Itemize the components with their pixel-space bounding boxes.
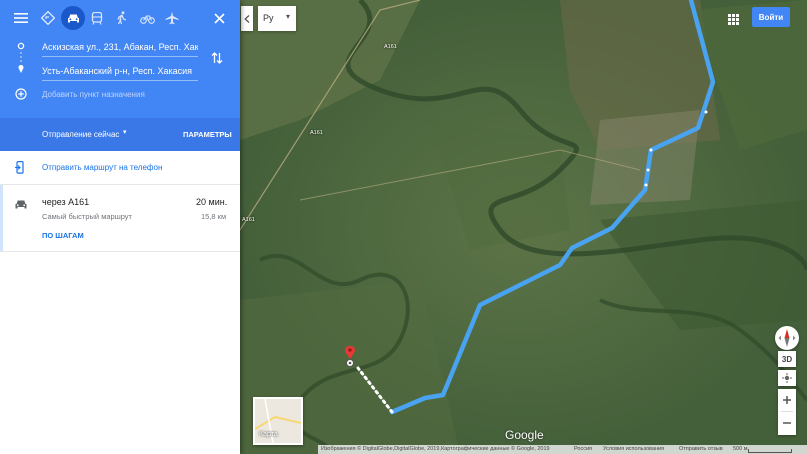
route-subtitle: Самый быстрый маршрут [42, 212, 132, 221]
chevron-left-icon [244, 15, 250, 23]
road-label: А161 [384, 44, 397, 50]
transit-icon[interactable] [85, 6, 109, 30]
options-button[interactable]: ПАРАМЕТРЫ [183, 130, 232, 139]
language-value: Ру [263, 13, 274, 23]
minus-icon [783, 422, 791, 424]
phone-send-icon [15, 161, 26, 179]
route-endpoints-icon [17, 42, 25, 73]
swap-icon[interactable] [211, 51, 223, 70]
directions-icon[interactable] [36, 6, 60, 30]
walk-icon[interactable] [110, 6, 134, 30]
map-layer-label: Карта [259, 431, 278, 438]
route-option[interactable]: через А161 20 мин. Самый быстрый маршрут… [0, 185, 240, 252]
route-selected-bar [0, 185, 3, 251]
imagery-attribution: Изображения © DigitalGlobe,DigitalGlobe,… [321, 446, 550, 452]
route-distance: 15,8 км [201, 212, 227, 221]
scale-label: 500 м [733, 446, 748, 452]
tilt-3d-button[interactable]: 3D [778, 351, 796, 367]
route-steps-link[interactable]: ПО ШАГАМ [42, 231, 84, 240]
send-to-phone-row[interactable]: Отправить маршрут на телефон [0, 151, 240, 185]
compass-button[interactable] [775, 326, 799, 350]
car-mode-button[interactable] [61, 6, 85, 30]
add-destination-icon[interactable] [15, 87, 27, 105]
chevron-down-icon[interactable]: ▾ [123, 128, 127, 136]
compass-icon [778, 329, 796, 347]
road-label: А161 [242, 217, 255, 223]
road-label: А161 [310, 130, 323, 136]
route-time: 20 мин. [196, 197, 228, 207]
scale-bar [748, 449, 792, 453]
car-icon [61, 6, 85, 30]
map-footer: Изображения © DigitalGlobe,DigitalGlobe,… [318, 445, 807, 454]
login-button[interactable]: Войти [752, 7, 790, 27]
depart-bar: Отправление сейчас ▾ ПАРАМЕТРЫ [0, 118, 240, 151]
route-via: через А161 [42, 197, 90, 207]
chevron-down-icon: ▾ [286, 12, 291, 21]
zoom-in-button[interactable] [778, 389, 796, 411]
directions-header: Аскизская ул., 231, Абакан, Респ. Хакаси… [0, 0, 240, 118]
menu-icon[interactable] [9, 6, 33, 30]
origin-field[interactable]: Аскизская ул., 231, Абакан, Респ. Хакаси… [42, 42, 198, 57]
apps-grid-icon[interactable] [728, 12, 739, 30]
zoom-out-button[interactable] [778, 412, 796, 434]
send-to-phone-link[interactable]: Отправить маршрут на телефон [42, 163, 162, 172]
add-destination-link[interactable]: Добавить пункт назначения [42, 90, 145, 99]
car-icon [14, 197, 28, 215]
language-selector[interactable]: Ру ▾ [258, 6, 296, 31]
my-location-button[interactable] [778, 370, 796, 386]
google-logo: Google [505, 428, 544, 442]
zoom-controls [778, 389, 796, 435]
depart-time-dropdown[interactable]: Отправление сейчас [42, 130, 119, 139]
feedback-link[interactable]: Отправить отзыв [679, 446, 723, 452]
flight-icon[interactable] [160, 6, 184, 30]
directions-panel: Аскизская ул., 231, Абакан, Респ. Хакаси… [0, 0, 240, 454]
terms-link[interactable]: Условия использования [603, 446, 664, 452]
country-label: Россия [574, 446, 593, 452]
map-layer-toggle[interactable]: Карта [253, 397, 303, 445]
close-icon[interactable] [207, 6, 231, 30]
destination-field[interactable]: Усть-Абаканский р-н, Респ. Хакасия [42, 66, 198, 81]
my-location-icon [782, 373, 792, 383]
bike-icon[interactable] [135, 6, 159, 30]
collapse-panel-button[interactable] [241, 6, 253, 31]
plus-icon [783, 396, 791, 404]
